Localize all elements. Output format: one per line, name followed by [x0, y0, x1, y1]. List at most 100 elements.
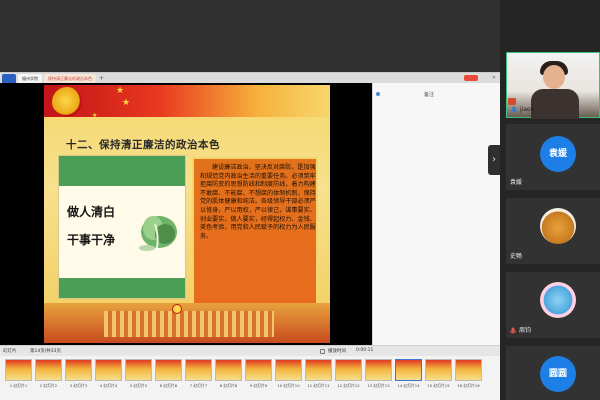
calligraphy-text: 做人清白 干事干净	[67, 205, 116, 247]
slide-thumbnail[interactable]: 14 幻灯片14	[395, 359, 422, 400]
thumbnail-image[interactable]	[5, 359, 32, 381]
thumbnail-label: 13 幻灯片13	[367, 383, 390, 388]
participant-avatar: 圆圆	[540, 356, 576, 392]
slide-thumbnail[interactable]: 11 幻灯片11	[305, 359, 332, 400]
participant-name: jiaoe	[520, 106, 535, 113]
thumbnail-image[interactable]	[305, 359, 332, 381]
cabbage-painting-icon	[139, 216, 177, 251]
thumbnail-image[interactable]	[335, 359, 362, 381]
participant-avatar: 袁媛	[540, 136, 576, 172]
slide-thumbnail[interactable]: 7 幻灯片7	[185, 359, 212, 400]
thumbnail-label: 9 幻灯片9	[249, 383, 268, 388]
slide-body-text: 建设廉洁政治，坚决反对腐败，是加强和规范党内政治生活的重要任务。必须筑牢拒腐防变…	[200, 164, 316, 240]
panel-band	[59, 156, 185, 186]
slide-canvas: ★ ★ ★ 十二、保持清正廉洁的政治本色 做人清白 干事干净 建设廉洁政治，坚决…	[0, 83, 372, 345]
participant-face	[543, 65, 565, 89]
meeting-window: 福州学院 保持清正廉洁的政治本色 + ✕ ★ ★ ★ 十二、保持清正廉洁的政治本…	[0, 0, 600, 400]
participant-tile-active[interactable]: jiaoe	[506, 52, 600, 119]
thumbnail-image[interactable]	[35, 359, 62, 381]
slide-thumbnail[interactable]: 5 幻灯片5	[125, 359, 152, 400]
filmstrip-label: 幻灯片	[3, 349, 17, 354]
microphone-icon	[510, 106, 518, 113]
thumbnail-label: 10 幻灯片10	[277, 383, 300, 388]
slide-thumbnail[interactable]: 10 幻灯片10	[275, 359, 302, 400]
participant-name: 周钧	[519, 327, 532, 334]
panel-band	[59, 278, 185, 298]
note-dot-icon	[376, 92, 380, 96]
thumbnail-label: 4 幻灯片4	[99, 383, 118, 388]
thumbnail-image[interactable]	[155, 359, 182, 381]
great-hall-graphic	[44, 303, 330, 343]
thumbnail-image[interactable]	[125, 359, 152, 381]
slide-thumbnail[interactable]: 12 幻灯片12	[335, 359, 362, 400]
slide-header-band	[44, 85, 330, 117]
thumbnail-image[interactable]	[65, 359, 92, 381]
thumbnail-label: 6 幻灯片6	[159, 383, 178, 388]
thumbnail-label: 1 幻灯片1	[9, 383, 28, 388]
camera-icon	[508, 98, 516, 105]
cartoon-avatar-icon	[540, 208, 576, 244]
slide-thumbnail[interactable]: 15 幻灯片15	[425, 359, 452, 400]
filmstrip-header: 幻灯片 第14页/共33页 播放时间 0:00:11	[0, 345, 500, 356]
thumbnail-image[interactable]	[425, 359, 452, 381]
new-tab-button[interactable]: +	[99, 75, 104, 82]
cartoon-avatar-icon	[540, 282, 576, 318]
thumbnail-image[interactable]	[185, 359, 212, 381]
participant-name: 史畅	[510, 253, 523, 260]
star-icon: ★	[116, 86, 125, 96]
thumbnail-label: 12 幻灯片12	[337, 383, 360, 388]
app-logo-tab[interactable]	[2, 74, 16, 83]
thumbnail-label: 2 幻灯片2	[39, 383, 58, 388]
playback-timer: 0:00:11	[356, 348, 374, 353]
top-dark-area	[0, 0, 500, 72]
slide-thumbnail[interactable]: 8 幻灯片8	[215, 359, 242, 400]
checkbox-icon[interactable]	[320, 349, 325, 354]
participant-tile[interactable]: 圆圆	[506, 346, 600, 400]
participant-tile[interactable]: 袁媛 袁媛	[506, 124, 600, 190]
thumbnail-image[interactable]	[95, 359, 122, 381]
star-icon: ★	[122, 98, 131, 108]
thumbnail-label: 16 幻灯片16	[457, 383, 480, 388]
slide-thumbnail[interactable]: 3 幻灯片3	[65, 359, 92, 400]
calligraphy-panel: 做人清白 干事干净	[58, 155, 186, 299]
current-slide: ★ ★ ★ 十二、保持清正廉洁的政治本色 做人清白 干事干净 建设廉洁政治，坚决…	[44, 85, 330, 343]
window-close-icon[interactable]: ✕	[492, 75, 496, 81]
slide-thumbnail[interactable]: 4 幻灯片4	[95, 359, 122, 400]
thumbnail-image[interactable]	[215, 359, 242, 381]
party-emblem-icon	[52, 87, 82, 117]
body-text-box: 建设廉洁政治，坚决反对腐败，是加强和规范党内政治生活的重要任务。必须筑牢拒腐防变…	[192, 157, 318, 307]
slide-thumbnail[interactable]: 1 幻灯片1	[5, 359, 32, 400]
window-controls-badge[interactable]	[464, 75, 478, 81]
star-icon: ★	[92, 112, 98, 119]
participant-tile[interactable]: 史畅	[506, 198, 600, 264]
slide-filmstrip: 1 幻灯片1 2 幻灯片2 3 幻灯片3 4 幻灯片4 5 幻灯片5 6 幻灯片…	[0, 356, 500, 400]
participant-name: 袁媛	[510, 179, 523, 186]
slide-title: 十二、保持清正廉洁的政治本色	[66, 139, 220, 151]
notes-panel: 备注	[372, 83, 500, 345]
thumbnail-image[interactable]	[365, 359, 392, 381]
participant-tile[interactable]: 周钧	[506, 272, 600, 338]
slide-thumbnail[interactable]: 9 幻灯片9	[245, 359, 272, 400]
slide-thumbnail[interactable]: 2 幻灯片2	[35, 359, 62, 400]
slide-thumbnail[interactable]: 16 幻灯片16	[455, 359, 482, 400]
thumbnail-label: 11 幻灯片11	[307, 383, 330, 388]
microphone-icon	[509, 327, 517, 334]
slide-thumbnail[interactable]: 13 幻灯片13	[365, 359, 392, 400]
tab-home[interactable]: 福州学院	[18, 74, 42, 83]
thumbnail-label: 8 幻灯片8	[219, 383, 238, 388]
slide-thumbnail[interactable]: 6 幻灯片6	[155, 359, 182, 400]
presentation-app: 福州学院 保持清正廉洁的政治本色 + ✕ ★ ★ ★ 十二、保持清正廉洁的政治本…	[0, 72, 500, 400]
thumbnail-image[interactable]	[275, 359, 302, 381]
chevron-right-icon: ›	[492, 154, 496, 165]
thumbnail-label: 15 幻灯片15	[427, 383, 450, 388]
thumbnail-image[interactable]	[455, 359, 482, 381]
collapse-panel-button[interactable]: ›	[488, 145, 500, 175]
participant-body	[531, 89, 579, 119]
playback-time-label: 播放时间	[328, 349, 346, 354]
building-columns	[104, 311, 274, 337]
notes-label: 备注	[423, 92, 434, 98]
thumbnail-image-selected[interactable]	[395, 359, 422, 381]
thumbnail-image[interactable]	[245, 359, 272, 381]
tab-document[interactable]: 保持清正廉洁的政治本色	[44, 74, 96, 83]
emblem-icon	[172, 304, 182, 314]
